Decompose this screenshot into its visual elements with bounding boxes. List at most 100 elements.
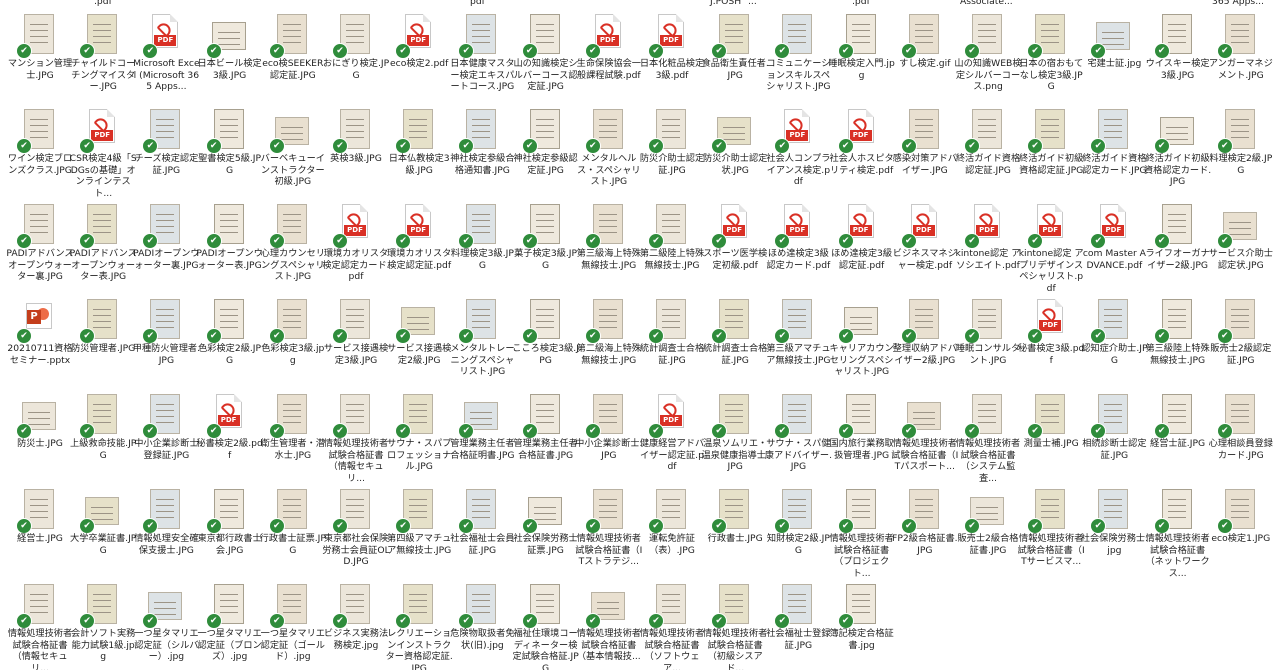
file-name: チーズ検定認定証.JPG [134, 153, 199, 176]
file-name: 中小企業診断士登録証.JPG [134, 438, 199, 461]
pdf-icon: PDF ✔ [774, 204, 814, 249]
pdf-icon: PDF ✔ [964, 204, 1004, 249]
file-name: メンタルトレーニングスペシャリスト.JPG [450, 343, 515, 377]
file-name: 山の知識検定シルバーコース認定証.JPG [513, 58, 578, 92]
file-name: 日本ビール検定3級.JPG [197, 58, 262, 81]
sync-checkmark-icon: ✔ [1090, 138, 1107, 154]
file-name: PADIアドバンスオープンウォーター表.JPG [69, 248, 137, 282]
sync-checkmark-icon: ✔ [1216, 233, 1233, 249]
sync-checkmark-icon: ✔ [79, 423, 96, 439]
sync-checkmark-icon: ✔ [1027, 43, 1044, 59]
file-name: 情報処理技術者試験合格証書（ITパスポート... [891, 438, 959, 472]
file-name: 一つ星タマリエ認定証（ゴールド）.jpg [260, 628, 325, 662]
sync-checkmark-icon: ✔ [1090, 423, 1107, 439]
file-label-fragment: J.POSH [710, 0, 742, 7]
file-name: kintone認定 アプリデザインスペシャリスト.pdf [1018, 248, 1084, 294]
file-name: 終活ガイド資格認定カード.JPG [1082, 153, 1147, 176]
image-thumbnail: ✔ [711, 299, 751, 344]
sync-checkmark-icon: ✔ [711, 138, 728, 154]
file-name: サービス接遇検定2級.JPG [387, 343, 452, 366]
image-thumbnail: ✔ [79, 394, 119, 439]
sync-checkmark-icon: ✔ [521, 138, 538, 154]
image-thumbnail: ✔ [142, 394, 182, 439]
file-label-fragment: Associate... [960, 0, 1013, 7]
image-thumbnail: ✔ [332, 299, 372, 344]
image-thumbnail: ✔ [584, 299, 625, 344]
sync-checkmark-icon: ✔ [964, 43, 980, 59]
image-thumbnail: ✔ [1090, 299, 1130, 344]
sync-checkmark-icon: ✔ [142, 43, 159, 59]
sync-checkmark-icon: ✔ [458, 233, 475, 249]
file-label-fragment: .pdf [852, 0, 870, 7]
file-name: 秘書検定3級.pdf [1018, 343, 1085, 366]
file-name: eco検定2.pdf [390, 58, 449, 69]
image-thumbnail: ✔ [837, 14, 878, 59]
image-thumbnail: ✔ [774, 14, 814, 59]
image-thumbnail: ✔ [964, 109, 1004, 154]
sync-checkmark-icon: ✔ [774, 43, 791, 59]
sync-checkmark-icon: ✔ [711, 518, 728, 534]
file-name: 情報処理技術者試験合格証書（システム監査... [955, 438, 1021, 484]
pdf-icon: PDF ✔ [648, 14, 688, 59]
sync-checkmark-icon: ✔ [774, 518, 791, 534]
image-thumbnail: ✔ [837, 489, 878, 534]
file-name: 東京都行政書士会.JPG [197, 533, 262, 556]
sync-checkmark-icon: ✔ [205, 138, 222, 154]
image-thumbnail: ✔ [964, 299, 1004, 344]
file-name: 国内旅行業務取扱管理者.JPG [829, 438, 894, 461]
image-thumbnail: ✔ [205, 489, 246, 534]
file-name: 社会福祉士登録証.JPG [766, 628, 831, 651]
sync-checkmark-icon: ✔ [837, 328, 854, 344]
image-thumbnail: ✔ [1153, 299, 1194, 344]
sync-checkmark-icon: ✔ [648, 138, 664, 154]
image-thumbnail: ✔ [1216, 204, 1257, 249]
image-thumbnail: ✔ [584, 109, 625, 154]
file-name: 情報処理安全確保支援士.JPG [134, 533, 199, 556]
sync-checkmark-icon: ✔ [205, 423, 222, 439]
file-name: 中小企業診断士.JPG [575, 438, 643, 461]
file-name: 防災介助士認定状.JPG [703, 153, 768, 176]
sync-checkmark-icon: ✔ [648, 518, 664, 534]
pdf-icon: PDF ✔ [332, 204, 372, 249]
file-name: 会計ソフト実務能力試験1級.jpg [71, 628, 136, 662]
file-name: 衛生管理者・潜水士.JPG [260, 438, 325, 461]
file-name: 販売士2級合格証書.JPG [957, 533, 1019, 556]
file-name: CSR検定4級「SDGsの基礎」オンラインテスト... [69, 153, 137, 199]
file-name: 色彩検定2級.JPG [198, 343, 262, 366]
sync-checkmark-icon: ✔ [837, 518, 854, 534]
sync-checkmark-icon: ✔ [332, 613, 348, 629]
file-name: レクリエーションインストラクター資格認定証.JPG [385, 628, 453, 670]
sync-checkmark-icon: ✔ [205, 518, 222, 534]
file-label-fragment: 365 Apps... [1212, 0, 1264, 7]
file-name: 社会人コンプライアンス検定.pdf [766, 153, 831, 187]
sync-checkmark-icon: ✔ [584, 423, 601, 439]
image-thumbnail: ✔ [711, 109, 752, 154]
sync-checkmark-icon: ✔ [1153, 138, 1170, 154]
sync-checkmark-icon: ✔ [711, 43, 728, 59]
sync-checkmark-icon: ✔ [584, 613, 601, 629]
file-name: 睡眠検定入門.jpg [828, 58, 895, 81]
file-name: 管理業務主任者合格証明書.JPG [450, 438, 515, 461]
image-thumbnail: ✔ [79, 584, 119, 629]
file-name: 行政書士.JPG [707, 533, 763, 544]
sync-checkmark-icon: ✔ [900, 233, 917, 249]
file-name: 一つ星タマリエ認定証（シルバー）.jpg [134, 628, 199, 662]
image-thumbnail: ✔ [521, 109, 562, 154]
sync-checkmark-icon: ✔ [521, 518, 538, 534]
sync-checkmark-icon: ✔ [332, 43, 348, 59]
image-thumbnail: ✔ [711, 394, 751, 439]
sync-checkmark-icon: ✔ [1027, 518, 1044, 534]
image-thumbnail: ✔ [521, 14, 562, 59]
sync-checkmark-icon: ✔ [964, 328, 980, 344]
image-thumbnail: ✔ [79, 299, 119, 344]
sync-checkmark-icon: ✔ [1027, 328, 1044, 344]
file-name: FP2級合格証書.JPG [892, 533, 958, 556]
image-thumbnail: ✔ [16, 14, 56, 59]
sync-checkmark-icon: ✔ [774, 138, 791, 154]
image-thumbnail: ✔ [584, 394, 625, 439]
sync-checkmark-icon: ✔ [79, 233, 96, 249]
sync-checkmark-icon: ✔ [16, 328, 32, 344]
image-thumbnail: ✔ [1216, 109, 1257, 154]
sync-checkmark-icon: ✔ [1216, 43, 1233, 59]
image-thumbnail: ✔ [268, 109, 309, 154]
